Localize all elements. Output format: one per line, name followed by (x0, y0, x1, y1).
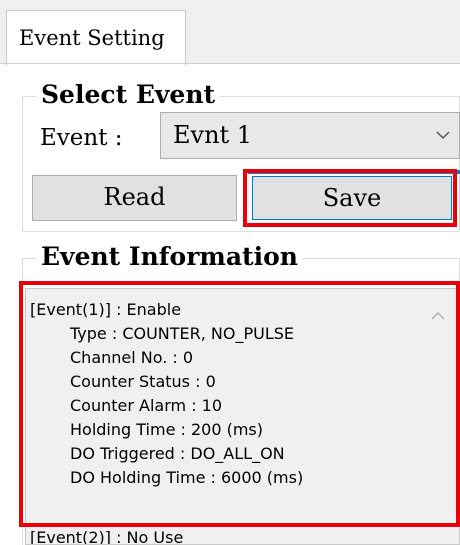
save-button[interactable]: Save (252, 176, 452, 220)
list-item: DO Holding Time : 6000 (ms) (70, 468, 304, 487)
event-select[interactable]: Evnt 1 (160, 112, 460, 159)
list-item: DO Triggered : DO_ALL_ON (70, 444, 285, 463)
chevron-up-icon[interactable] (431, 311, 445, 321)
read-button[interactable]: Read (32, 175, 237, 221)
list-item: Holding Time : 200 (ms) (70, 420, 263, 439)
list-item: Channel No. : 0 (70, 348, 194, 367)
event-label: Event : (40, 125, 123, 151)
select-event-title: Select Event (36, 80, 221, 110)
list-item: Counter Status : 0 (70, 372, 216, 391)
list-item: Counter Alarm : 10 (70, 396, 223, 415)
save-button-focus-edge (248, 170, 460, 174)
list-item: [Event(2)] : No Use (30, 528, 184, 545)
list-item: [Event(1)] : Enable (30, 300, 182, 319)
list-item: Type : COUNTER, NO_PULSE (70, 324, 295, 343)
event-information-title: Event Information (36, 242, 303, 272)
event-select-value: Evnt 1 (173, 121, 253, 149)
event-information-list[interactable]: [Event(1)] : Enable Type : COUNTER, NO_P… (25, 288, 460, 545)
tab-event-setting[interactable]: Event Setting (6, 10, 186, 65)
tab-strip-divider (0, 63, 460, 64)
tab-strip: Event Setting (0, 0, 460, 65)
chevron-down-icon (436, 131, 450, 140)
